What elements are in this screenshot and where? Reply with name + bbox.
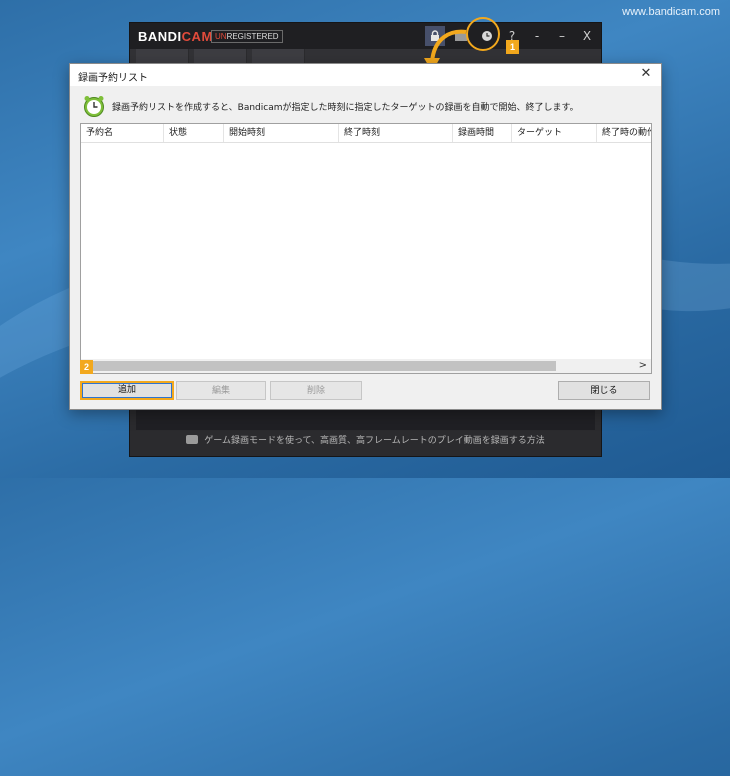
- column-header[interactable]: ターゲット: [512, 124, 597, 142]
- dialog-close-icon[interactable]: ✕: [637, 65, 655, 83]
- close-icon[interactable]: X: [577, 26, 597, 46]
- column-header[interactable]: 終了時刻: [339, 124, 453, 142]
- step-badge: 2: [80, 360, 93, 374]
- step-badge: 1: [506, 40, 519, 54]
- dash-icon[interactable]: –: [552, 26, 572, 46]
- minimize-icon[interactable]: -: [527, 26, 547, 46]
- chat-icon: [186, 435, 199, 444]
- bandicam-logo: BANDICAM: [138, 29, 213, 44]
- delete-button[interactable]: 削除: [270, 381, 362, 400]
- bandicam-titlebar: BANDICAM UNREGISTERED ? - – X: [130, 23, 601, 49]
- bandicam-bottom-bar: [136, 408, 595, 430]
- dialog-titlebar: 録画予約リスト ✕: [70, 64, 661, 86]
- horizontal-scrollbar[interactable]: >: [81, 359, 651, 373]
- list-header: 予約名 状態 開始時刻 終了時刻 録画時間 ターゲット 終了時の動作: [81, 124, 651, 143]
- add-button[interactable]: 追加: [80, 381, 174, 400]
- column-header[interactable]: 終了時の動作: [597, 124, 651, 142]
- schedule-list-dialog: 録画予約リスト ✕ 録画予約リストを作成すると、Bandicamが指定した時刻に…: [69, 63, 662, 410]
- info-text: 録画予約リストを作成すると、Bandicamが指定した時刻に指定したターゲットの…: [112, 103, 579, 113]
- schedule-list[interactable]: 予約名 状態 開始時刻 終了時刻 録画時間 ターゲット 終了時の動作 >: [80, 123, 652, 374]
- tip-bar[interactable]: ゲーム録画モードを使って、高画質、高フレームレートのプレイ動画を録画する方法: [130, 433, 601, 446]
- edit-button[interactable]: 編集: [176, 381, 266, 400]
- info-row: 録画予約リストを作成すると、Bandicamが指定した時刻に指定したターゲットの…: [82, 94, 652, 117]
- column-header[interactable]: 予約名: [81, 124, 164, 142]
- watermark: www.bandicam.com: [622, 6, 720, 18]
- column-header[interactable]: 状態: [164, 124, 224, 142]
- unregistered-badge: UNREGISTERED: [211, 30, 283, 43]
- dialog-title: 録画予約リスト: [78, 73, 148, 84]
- close-button[interactable]: 閉じる: [558, 381, 650, 400]
- scroll-right-icon[interactable]: >: [639, 359, 647, 373]
- alarm-clock-icon: [84, 96, 104, 117]
- tip-text: ゲーム録画モードを使って、高画質、高フレームレートのプレイ動画を録画する方法: [204, 436, 545, 446]
- scrollbar-thumb[interactable]: [81, 361, 556, 371]
- column-header[interactable]: 開始時刻: [224, 124, 339, 142]
- column-header[interactable]: 録画時間: [453, 124, 512, 142]
